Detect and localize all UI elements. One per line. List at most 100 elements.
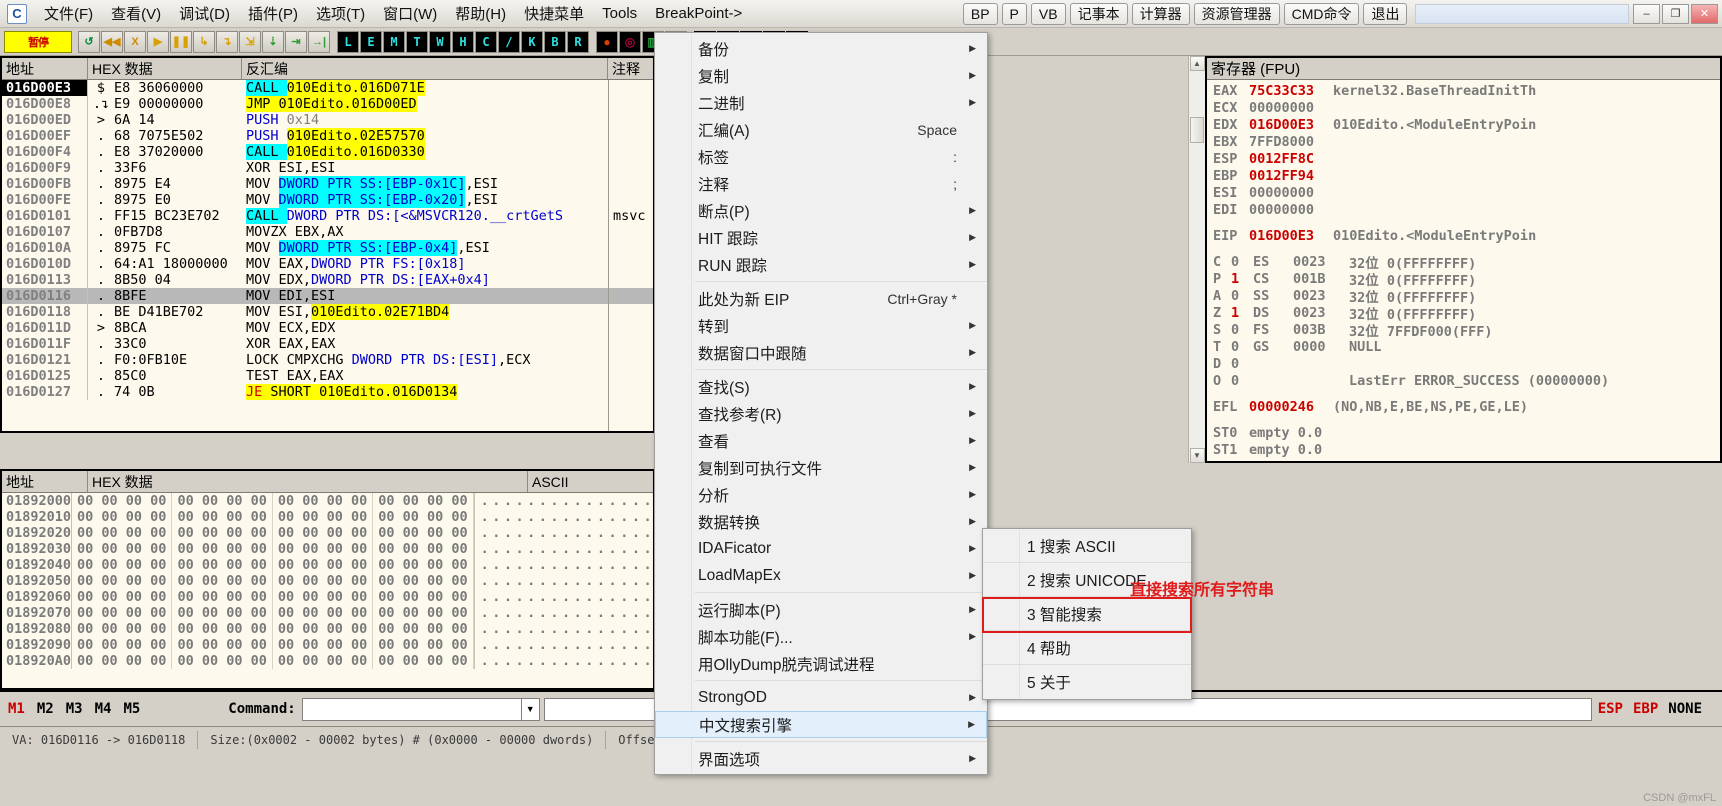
- command-input[interactable]: [301, 697, 522, 721]
- fpu-row[interactable]: ST1 empty 0.0: [1207, 441, 1720, 458]
- disasm-row[interactable]: 016D0118. BE D41BE702 MOV ESI,010Edito.02E…: [2, 304, 653, 320]
- register-efl-row[interactable]: EFL 00000246 (NO,NB,E,BE,NS,PE,GE,LE): [1207, 398, 1720, 415]
- disasm-row[interactable]: 016D011D >8BCA MOV ECX,EDX: [2, 320, 653, 336]
- disasm-row[interactable]: 016D0125. 85C0 TEST EAX,EAX: [2, 368, 653, 384]
- menu-item-6[interactable]: 帮助(H): [446, 0, 515, 27]
- scroll-down-arrow[interactable]: ▼: [1189, 448, 1205, 463]
- step-over-icon[interactable]: ↴: [216, 30, 238, 53]
- context-menu-item-14[interactable]: 查找(S) ▶: [655, 373, 987, 400]
- disasm-row[interactable]: 016D00EF. 68 7075E502 PUSH 010Edito.02E575…: [2, 128, 653, 144]
- context-menu-item-25[interactable]: 用OllyDump脱壳调试进程: [655, 650, 987, 677]
- fpu-row[interactable]: ST0 empty 0.0: [1207, 424, 1720, 441]
- marker-m1[interactable]: M1: [8, 701, 25, 717]
- menu-item-5[interactable]: 窗口(W): [374, 0, 446, 27]
- dump-row[interactable]: 01892040 00 00 00 00 00 00 00 00 00 00 00 0…: [2, 557, 663, 573]
- toolbar-letter-c-icon[interactable]: C: [475, 30, 497, 53]
- close-program-icon[interactable]: X: [124, 30, 146, 53]
- context-menu-item-6[interactable]: 断点(P) ▶: [655, 197, 987, 224]
- quick-button-1[interactable]: P: [1001, 2, 1027, 25]
- toolbar-letter-e-icon[interactable]: E: [360, 30, 382, 53]
- disasm-row[interactable]: 016D0127. 74 0B JE SHORT 010Edito.016D0134: [2, 384, 653, 400]
- toolbar-letter-r-icon[interactable]: R: [567, 30, 589, 53]
- marker-m4[interactable]: M4: [95, 701, 112, 717]
- disassembly-panel[interactable]: 地址 HEX 数据 反汇编 注释 016D00E3 $ E8 36060000 CAL…: [0, 56, 655, 433]
- flag-row[interactable]: A 0 SS 0023 32位 0(FFFFFFFF): [1207, 287, 1720, 306]
- minimize-button[interactable]: –: [1633, 3, 1661, 24]
- menu-item-1[interactable]: 查看(V): [102, 0, 170, 27]
- flag-row[interactable]: D0: [1207, 355, 1720, 372]
- dump-row[interactable]: 01892020 00 00 00 00 00 00 00 00 00 00 00 0…: [2, 525, 663, 541]
- run-icon[interactable]: ▶: [147, 30, 169, 53]
- submenu-item-2[interactable]: 3 智能搜索: [983, 597, 1191, 631]
- menu-item-3[interactable]: 插件(P): [239, 0, 307, 27]
- dump-rows[interactable]: 01892000 00 00 00 00 00 00 00 00 00 00 00 0…: [2, 493, 663, 669]
- close-button[interactable]: ✕: [1691, 3, 1719, 24]
- register-row[interactable]: EBX 7FFD8000: [1207, 133, 1720, 150]
- toolbar-letter-k-icon[interactable]: K: [521, 30, 543, 53]
- context-menu-item-24[interactable]: 脚本功能(F)... ▶: [655, 623, 987, 650]
- target-icon[interactable]: ◎: [619, 30, 641, 53]
- dump-row[interactable]: 01892090 00 00 00 00 00 00 00 00 00 00 00 0…: [2, 637, 663, 653]
- dump-row[interactable]: 01892010 00 00 00 00 00 00 00 00 00 00 00 0…: [2, 509, 663, 525]
- disasm-row[interactable]: 016D00ED >6A 14 PUSH 0x14: [2, 112, 653, 128]
- context-menu-item-11[interactable]: 转到 ▶: [655, 312, 987, 339]
- marker-buttons[interactable]: M1 M2 M3 M4 M5: [8, 701, 152, 717]
- menu-item-9[interactable]: BreakPoint->: [646, 2, 751, 25]
- context-menu-item-7[interactable]: HIT 跟踪 ▶: [655, 224, 987, 251]
- context-menu-item-20[interactable]: IDAFicator ▶: [655, 535, 987, 562]
- disasm-row[interactable]: 016D0113. 8B50 04 MOV EDX,DWORD PTR DS:[EA…: [2, 272, 653, 288]
- run-to-selection-icon[interactable]: →|: [308, 30, 330, 53]
- register-row[interactable]: ESP 0012FF8C: [1207, 150, 1720, 167]
- pause-icon[interactable]: ❚❚: [170, 30, 192, 53]
- marker-m2[interactable]: M2: [37, 701, 54, 717]
- context-menu-item-16[interactable]: 查看 ▶: [655, 427, 987, 454]
- menu-item-2[interactable]: 调试(D): [170, 0, 239, 27]
- disasm-row[interactable]: 016D0121. F0:0FB10E LOCK CMPXCHG DWORD PTR…: [2, 352, 653, 368]
- scroll-up-arrow[interactable]: ▲: [1189, 56, 1205, 71]
- menu-item-0[interactable]: 文件(F): [35, 0, 102, 27]
- context-menu[interactable]: 备份 ▶ 复制 ▶ 二进制 ▶ 汇编(A) Space 标签: 注释; 断点(P) ▶ HIT 跟踪 ▶ R…: [654, 32, 988, 775]
- trace-into-icon[interactable]: ⇲: [239, 30, 261, 53]
- command-dropdown-icon[interactable]: ▼: [521, 697, 540, 721]
- context-menu-item-12[interactable]: 数据窗口中跟随 ▶: [655, 339, 987, 366]
- disasm-row[interactable]: 016D010D. 64:A1 18000000 MOV EAX,DWORD PTR…: [2, 256, 653, 272]
- register-eip-row[interactable]: EIP 016D00E3 010Edito.<ModuleEntryPoin: [1207, 227, 1720, 244]
- disasm-row[interactable]: 016D00F4. E8 37020000 CALL 010Edito.016D03…: [2, 144, 653, 160]
- menu-item-8[interactable]: Tools: [593, 2, 646, 25]
- register-row[interactable]: EBP 0012FF94: [1207, 167, 1720, 184]
- disassembly-rows[interactable]: 016D00E3 $ E8 36060000 CALL 010Edito.016D07…: [2, 80, 653, 400]
- quick-button-3[interactable]: 记事本: [1069, 2, 1128, 25]
- search-engine-submenu[interactable]: 1 搜索 ASCII 2 搜索 UNICODE 3 智能搜索 4 帮助 5 关于: [982, 528, 1192, 700]
- trace-over-icon[interactable]: ⇣: [262, 30, 284, 53]
- context-menu-item-1[interactable]: 复制 ▶: [655, 62, 987, 89]
- quick-button-7[interactable]: 退出: [1363, 2, 1408, 25]
- dump-row[interactable]: 01892080 00 00 00 00 00 00 00 00 00 00 00 0…: [2, 621, 663, 637]
- register-row[interactable]: EDI 00000000: [1207, 201, 1720, 218]
- context-menu-item-23[interactable]: 运行脚本(P) ▶: [655, 596, 987, 623]
- registers-panel[interactable]: 寄存器 (FPU) EAX 75C33C33 kernel32.BaseThread…: [1205, 56, 1722, 463]
- disasm-row[interactable]: 016D0101. FF15 BC23E702 CALL DWORD PTR DS:…: [2, 208, 653, 224]
- context-menu-item-18[interactable]: 分析 ▶: [655, 481, 987, 508]
- flag-row[interactable]: Z 1 DS 0023 32位 0(FFFFFFFF): [1207, 304, 1720, 323]
- disasm-row[interactable]: 016D011F. 33C0 XOR EAX,EAX: [2, 336, 653, 352]
- context-menu-item-8[interactable]: RUN 跟踪 ▶: [655, 251, 987, 278]
- quick-button-5[interactable]: 资源管理器: [1193, 2, 1280, 25]
- context-menu-item-0[interactable]: 备份 ▶: [655, 35, 987, 62]
- quick-button-4[interactable]: 计算器: [1131, 2, 1190, 25]
- context-menu-item-28[interactable]: 中文搜索引擎 ▶: [655, 711, 987, 738]
- dump-row[interactable]: 01892050 00 00 00 00 00 00 00 00 00 00 00 0…: [2, 573, 663, 589]
- context-menu-item-10[interactable]: 此处为新 EIP Ctrl+Gray *: [655, 285, 987, 312]
- register-row[interactable]: EAX 75C33C33 kernel32.BaseThreadInitTh: [1207, 82, 1720, 99]
- flag-row[interactable]: T 0 GS 0000 NULL: [1207, 338, 1720, 355]
- dump-panel[interactable]: 地址 HEX 数据 ASCII 01892000 00 00 00 00 00 00…: [0, 469, 663, 690]
- disasm-row[interactable]: 016D00F9. 33F6 XOR ESI,ESI: [2, 160, 653, 176]
- register-row[interactable]: ECX 00000000: [1207, 99, 1720, 116]
- disasm-row[interactable]: 016D00FB. 8975 E4 MOV DWORD PTR SS:[EBP-0x…: [2, 176, 653, 192]
- marker-m3[interactable]: M3: [66, 701, 83, 717]
- context-menu-items[interactable]: 备份 ▶ 复制 ▶ 二进制 ▶ 汇编(A) Space 标签: 注释; 断点(P) ▶ HIT 跟踪 ▶ R…: [655, 35, 987, 772]
- context-menu-item-2[interactable]: 二进制 ▶: [655, 89, 987, 116]
- disasm-row[interactable]: 016D00FE. 8975 E0 MOV DWORD PTR SS:[EBP-0x…: [2, 192, 653, 208]
- submenu-items[interactable]: 1 搜索 ASCII 2 搜索 UNICODE 3 智能搜索 4 帮助 5 关于: [983, 529, 1191, 699]
- context-menu-item-17[interactable]: 复制到可执行文件 ▶: [655, 454, 987, 481]
- register-row[interactable]: ESI 00000000: [1207, 184, 1720, 201]
